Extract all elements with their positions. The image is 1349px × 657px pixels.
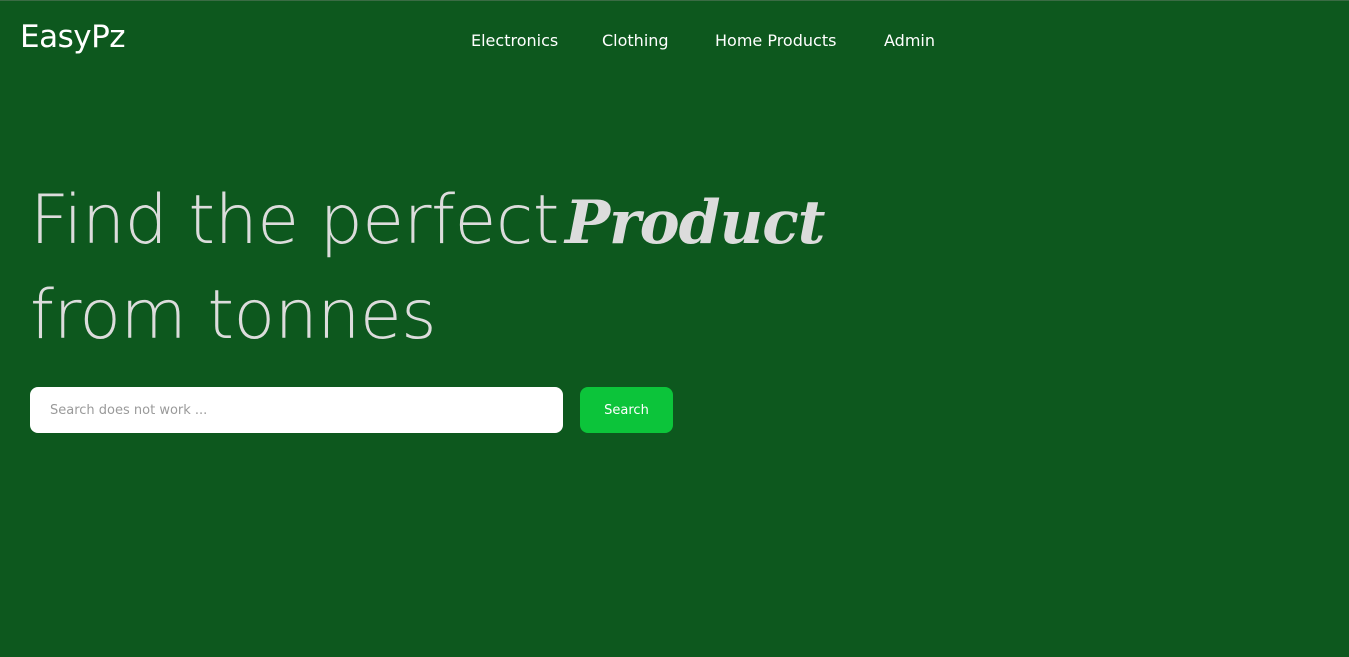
main-nav: Electronics Clothing Home Products Admin	[0, 29, 1349, 53]
hero-accent-word: Product	[564, 188, 826, 258]
hero-headline-line-1: Find the perfect Product	[30, 181, 826, 263]
nav-link-admin[interactable]: Admin	[884, 29, 935, 53]
search-button[interactable]: Search	[580, 387, 673, 433]
hero-headline-text: Find the perfect	[30, 181, 559, 260]
nav-link-clothing[interactable]: Clothing	[602, 29, 669, 53]
nav-link-home-products[interactable]: Home Products	[715, 29, 836, 53]
nav-link-electronics[interactable]: Electronics	[471, 29, 558, 53]
search-input[interactable]	[30, 387, 563, 433]
hero-headline-line-2: from tonnes	[30, 276, 437, 355]
top-navbar: EasyPz Electronics Clothing Home Product…	[0, 1, 1349, 81]
